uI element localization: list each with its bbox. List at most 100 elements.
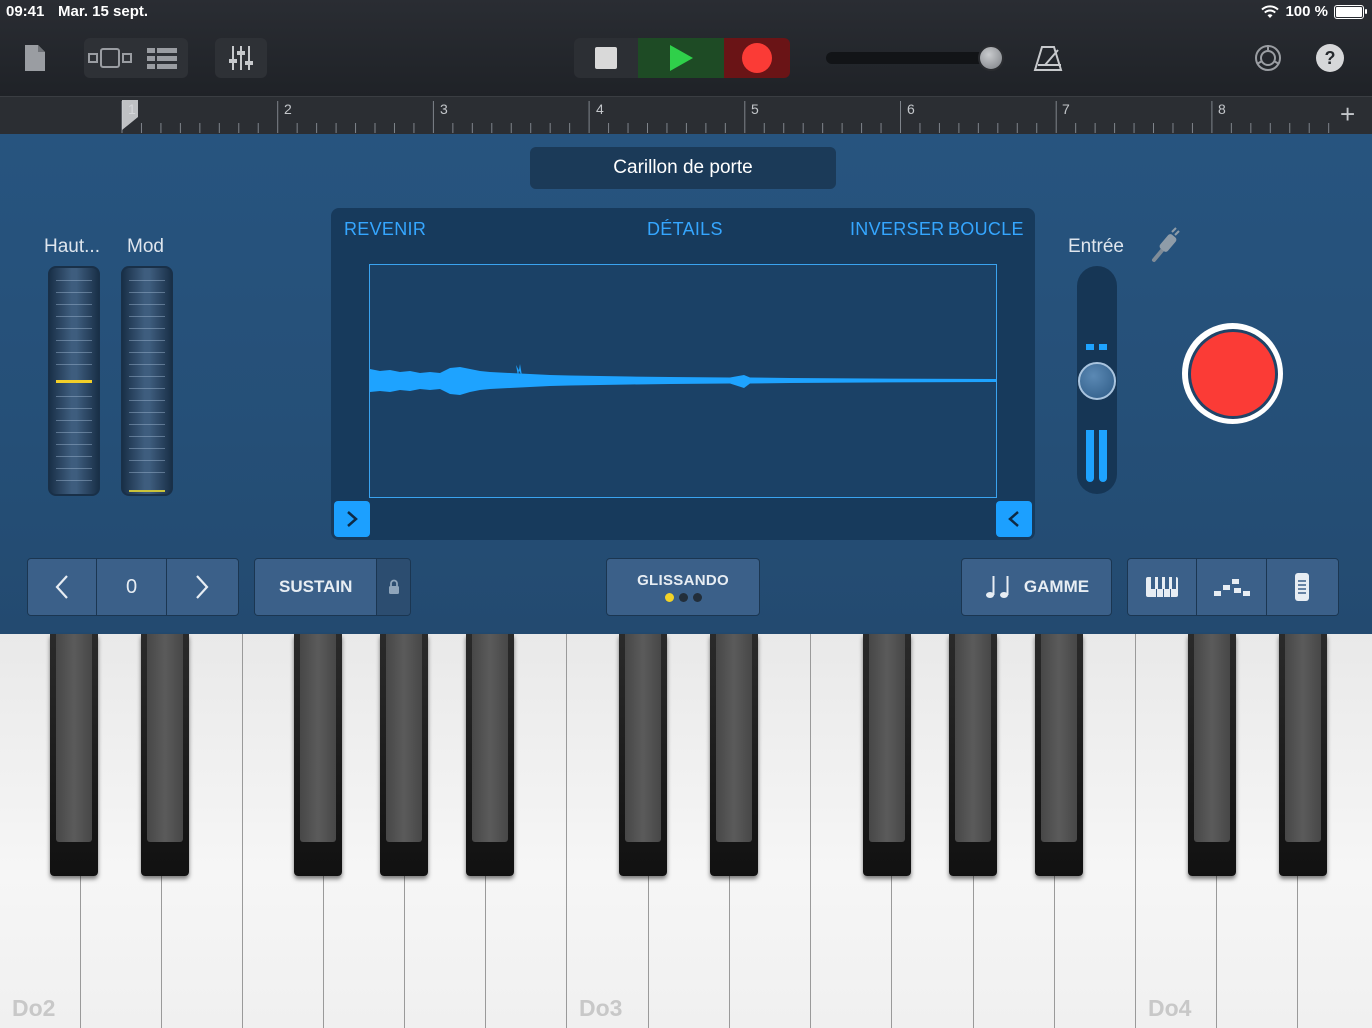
instrument-view-button[interactable] — [84, 47, 136, 69]
settings-icon — [1255, 45, 1281, 71]
mixer-icon — [229, 46, 253, 70]
view-mode-selector — [1127, 558, 1339, 616]
sample-start-handle[interactable] — [334, 501, 370, 537]
pitch-wheel-label: Haut... — [44, 236, 100, 257]
my-songs-button[interactable] — [20, 38, 50, 78]
black-key-g-sharp-2[interactable] — [380, 634, 428, 876]
waveform-display[interactable] — [369, 264, 997, 498]
master-volume-slider[interactable] — [826, 52, 996, 64]
chevron-left-icon — [55, 575, 68, 599]
pitch-wheel[interactable] — [48, 266, 100, 496]
input-label: Entrée — [1068, 236, 1124, 257]
black-key-g-sharp-3[interactable] — [949, 634, 997, 876]
glissando-label: GLISSANDO — [637, 572, 729, 589]
black-key-c-sharp-3[interactable] — [619, 634, 667, 876]
piano-keyboard: Do2 Do3 Do4 — [0, 634, 1372, 1028]
key-label-c3: Do3 — [579, 995, 623, 1021]
tracks-view-icon — [88, 48, 132, 68]
record-button[interactable] — [724, 38, 790, 78]
arpeggiator-icon — [1213, 579, 1250, 596]
track-list-icon — [147, 48, 177, 69]
sustain-button[interactable]: SUSTAIN — [255, 559, 378, 615]
timeline-ruler[interactable]: 1 2 3 4 5 6 7 8 + — [0, 96, 1372, 134]
mod-wheel[interactable] — [121, 266, 173, 496]
key-label-c4: Do4 — [1148, 995, 1192, 1021]
status-time: 09:41 — [6, 3, 45, 20]
chevron-right-icon — [196, 575, 209, 599]
scale-label: GAMME — [1023, 577, 1090, 596]
control-bar: 09:41 Mar. 15 sept. 100 % ? — [0, 0, 1372, 96]
stop-button[interactable] — [574, 38, 638, 78]
tracks-view-button[interactable] — [136, 46, 188, 70]
ruler-bar-3: 3 — [440, 101, 448, 117]
glissando-mode-dots — [664, 593, 702, 602]
keyboard-mode-button[interactable] — [1128, 559, 1198, 615]
black-key-d-sharp-3[interactable] — [710, 634, 758, 876]
controller-button[interactable] — [1266, 559, 1338, 615]
details-button[interactable]: DÉTAILS — [647, 219, 723, 240]
black-key-c-sharp-2[interactable] — [50, 634, 98, 876]
plug-icon — [1152, 227, 1180, 262]
controller-icon — [1295, 573, 1310, 601]
document-icon — [25, 45, 45, 71]
chevron-left-icon — [1008, 511, 1019, 527]
black-key-f-sharp-2[interactable] — [294, 634, 342, 876]
key-label-c2: Do2 — [12, 995, 56, 1021]
record-icon — [742, 43, 772, 73]
black-key-d-sharp-2[interactable] — [141, 634, 189, 876]
glissando-button[interactable]: GLISSANDO — [606, 558, 760, 616]
battery-percent: 100 % — [1285, 3, 1328, 20]
revert-button[interactable]: REVENIR — [344, 219, 426, 240]
metronome-icon — [1033, 46, 1063, 71]
ruler-bar-5: 5 — [751, 101, 759, 117]
sample-end-handle[interactable] — [996, 501, 1032, 537]
help-icon: ? — [1316, 44, 1344, 72]
pitch-wheel-indicator — [56, 380, 92, 383]
ruler-bar-7: 7 — [1062, 101, 1070, 117]
scale-button[interactable]: GAMME — [961, 558, 1112, 616]
reverse-button[interactable]: INVERSER — [850, 219, 944, 240]
mod-wheel-indicator — [129, 490, 165, 492]
stop-icon — [595, 47, 617, 69]
record-icon — [1190, 331, 1275, 416]
preset-name[interactable]: Carillon de porte — [530, 147, 836, 189]
view-buttons — [84, 38, 188, 78]
octave-down-button[interactable] — [28, 559, 98, 615]
sample-record-button[interactable] — [1182, 323, 1283, 424]
mixer-button[interactable] — [215, 38, 267, 78]
ruler-bar-4: 4 — [596, 101, 604, 117]
settings-button[interactable] — [1250, 38, 1286, 78]
octave-value: 0 — [97, 559, 167, 615]
ruler-bar-2: 2 — [284, 101, 292, 117]
ruler-bar-6: 6 — [907, 101, 915, 117]
loop-button[interactable]: BOUCLE — [948, 219, 1024, 240]
metronome-button[interactable] — [1030, 38, 1066, 78]
black-key-a-sharp-3[interactable] — [1035, 634, 1083, 876]
octave-up-button[interactable] — [166, 559, 238, 615]
ruler-ticks — [121, 101, 1330, 133]
play-button[interactable] — [638, 38, 724, 78]
playhead[interactable] — [121, 99, 139, 131]
black-key-a-sharp-2[interactable] — [466, 634, 514, 876]
status-bar: 09:41 Mar. 15 sept. 100 % — [0, 0, 1372, 24]
status-date: Mar. 15 sept. — [58, 3, 149, 20]
master-volume-knob[interactable] — [978, 45, 1004, 71]
play-icon — [670, 45, 693, 71]
chevron-right-icon — [347, 511, 358, 527]
transport-controls — [574, 38, 790, 78]
help-button[interactable]: ? — [1314, 38, 1346, 78]
sustain-lock-button[interactable] — [377, 559, 410, 615]
ruler-bar-8: 8 — [1218, 101, 1226, 117]
input-settings-button[interactable] — [1150, 226, 1182, 264]
black-key-d-sharp-4[interactable] — [1279, 634, 1327, 876]
black-key-c-sharp-4[interactable] — [1188, 634, 1236, 876]
mod-wheel-label: Mod — [127, 236, 164, 257]
waveform — [370, 364, 996, 395]
arpeggiator-button[interactable] — [1197, 559, 1267, 615]
battery-icon — [1334, 4, 1367, 19]
add-section-button[interactable]: + — [1340, 99, 1355, 130]
black-key-f-sharp-3[interactable] — [863, 634, 911, 876]
svg-text:?: ? — [1325, 48, 1336, 68]
input-gain-knob[interactable] — [1078, 362, 1116, 400]
sustain-control: SUSTAIN — [254, 558, 411, 616]
